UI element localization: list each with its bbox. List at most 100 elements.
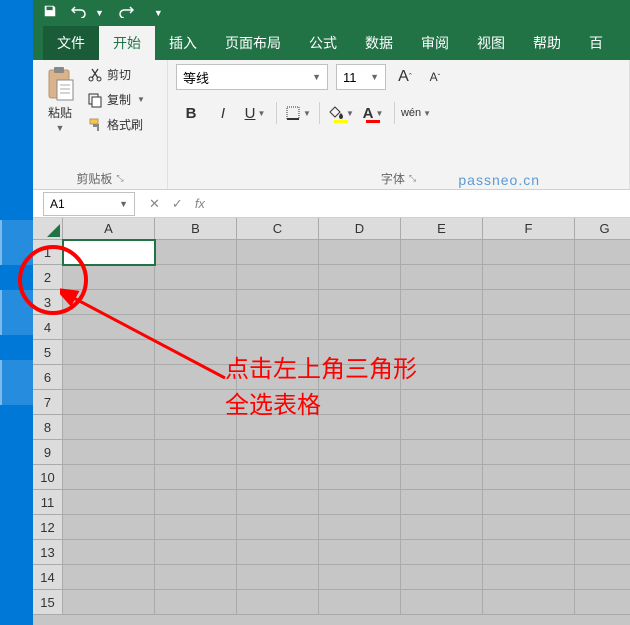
cell[interactable] xyxy=(237,315,319,340)
cell[interactable] xyxy=(155,365,237,390)
cell[interactable] xyxy=(483,240,575,265)
cell[interactable] xyxy=(319,590,401,615)
cell[interactable] xyxy=(483,390,575,415)
cell[interactable] xyxy=(63,390,155,415)
format-painter-button[interactable]: 格式刷 xyxy=(85,114,147,135)
cell[interactable] xyxy=(155,415,237,440)
underline-button[interactable]: U▼ xyxy=(240,100,270,126)
cell[interactable] xyxy=(483,565,575,590)
cell[interactable] xyxy=(237,565,319,590)
font-color-button[interactable]: A ▼ xyxy=(358,100,388,126)
column-header[interactable]: F xyxy=(483,218,575,240)
taskbar-app-3[interactable] xyxy=(0,360,33,405)
save-icon[interactable] xyxy=(43,4,57,23)
cell[interactable] xyxy=(319,365,401,390)
cell[interactable] xyxy=(155,240,237,265)
increase-font-button[interactable]: Aˆ xyxy=(394,66,416,88)
cell[interactable] xyxy=(319,490,401,515)
cell[interactable] xyxy=(319,265,401,290)
select-all-button[interactable] xyxy=(33,218,63,240)
cell[interactable] xyxy=(237,590,319,615)
cell[interactable] xyxy=(63,590,155,615)
cell[interactable] xyxy=(237,515,319,540)
cell[interactable] xyxy=(319,440,401,465)
cell[interactable] xyxy=(401,365,483,390)
tab-layout[interactable]: 页面布局 xyxy=(211,26,295,60)
row-header[interactable]: 15 xyxy=(33,590,63,615)
tab-help[interactable]: 帮助 xyxy=(519,26,575,60)
row-header[interactable]: 13 xyxy=(33,540,63,565)
cell[interactable] xyxy=(575,565,630,590)
row-header[interactable]: 7 xyxy=(33,390,63,415)
cell[interactable] xyxy=(319,240,401,265)
cell[interactable] xyxy=(63,365,155,390)
cell[interactable] xyxy=(575,290,630,315)
cell[interactable] xyxy=(63,540,155,565)
cell[interactable] xyxy=(155,390,237,415)
undo-dropdown-icon[interactable]: ▼ xyxy=(95,8,104,18)
font-launcher-icon[interactable]: ⤡ xyxy=(409,173,416,184)
spreadsheet-grid[interactable]: ABCDEFG 123456789101112131415 xyxy=(33,218,630,625)
cell[interactable] xyxy=(483,590,575,615)
fx-button[interactable]: fx xyxy=(195,196,205,211)
cell[interactable] xyxy=(63,515,155,540)
font-name-select[interactable]: 等线 ▼ xyxy=(176,64,328,90)
tab-review[interactable]: 审阅 xyxy=(407,26,463,60)
cell[interactable] xyxy=(401,415,483,440)
cell[interactable] xyxy=(155,340,237,365)
row-header[interactable]: 1 xyxy=(33,240,63,265)
paste-dropdown-icon[interactable]: ▼ xyxy=(56,123,65,133)
tab-formula[interactable]: 公式 xyxy=(295,26,351,60)
column-header[interactable]: A xyxy=(63,218,155,240)
cell[interactable] xyxy=(401,290,483,315)
cell[interactable] xyxy=(155,440,237,465)
cell[interactable] xyxy=(237,265,319,290)
cell[interactable] xyxy=(401,240,483,265)
column-header[interactable]: D xyxy=(319,218,401,240)
tab-file[interactable]: 文件 xyxy=(43,26,99,60)
cell[interactable] xyxy=(319,515,401,540)
cut-button[interactable]: 剪切 xyxy=(85,64,147,85)
cell[interactable] xyxy=(63,290,155,315)
cell[interactable] xyxy=(155,515,237,540)
cell[interactable] xyxy=(483,540,575,565)
paste-button[interactable]: 粘贴 ▼ xyxy=(41,64,79,135)
row-header[interactable]: 9 xyxy=(33,440,63,465)
undo-icon[interactable] xyxy=(71,4,87,23)
taskbar-app-1[interactable] xyxy=(0,220,33,265)
cell[interactable] xyxy=(483,465,575,490)
cell[interactable] xyxy=(401,465,483,490)
cell[interactable] xyxy=(401,540,483,565)
copy-button[interactable]: 复制 ▼ xyxy=(85,89,147,110)
cell[interactable] xyxy=(237,290,319,315)
cell[interactable] xyxy=(575,490,630,515)
row-header[interactable]: 12 xyxy=(33,515,63,540)
cell[interactable] xyxy=(63,265,155,290)
qat-customize-icon[interactable]: ▼ xyxy=(154,8,163,18)
cell[interactable] xyxy=(319,290,401,315)
cell[interactable] xyxy=(483,490,575,515)
cell[interactable] xyxy=(63,340,155,365)
cell[interactable] xyxy=(483,290,575,315)
bold-button[interactable]: B xyxy=(176,100,206,126)
cell[interactable] xyxy=(575,340,630,365)
cell[interactable] xyxy=(575,465,630,490)
cell[interactable] xyxy=(401,590,483,615)
redo-icon[interactable] xyxy=(118,4,134,23)
cell[interactable] xyxy=(63,415,155,440)
row-header[interactable]: 5 xyxy=(33,340,63,365)
cell[interactable] xyxy=(401,315,483,340)
cell[interactable] xyxy=(237,240,319,265)
row-header[interactable]: 2 xyxy=(33,265,63,290)
cell[interactable] xyxy=(483,415,575,440)
italic-button[interactable]: I xyxy=(208,100,238,126)
fill-color-button[interactable]: ▼ xyxy=(326,100,356,126)
cell[interactable] xyxy=(483,440,575,465)
cell[interactable] xyxy=(155,465,237,490)
decrease-font-button[interactable]: Aˇ xyxy=(424,66,446,88)
cell[interactable] xyxy=(237,540,319,565)
cell[interactable] xyxy=(155,290,237,315)
column-header[interactable]: C xyxy=(237,218,319,240)
cell[interactable] xyxy=(237,340,319,365)
cell[interactable] xyxy=(575,365,630,390)
